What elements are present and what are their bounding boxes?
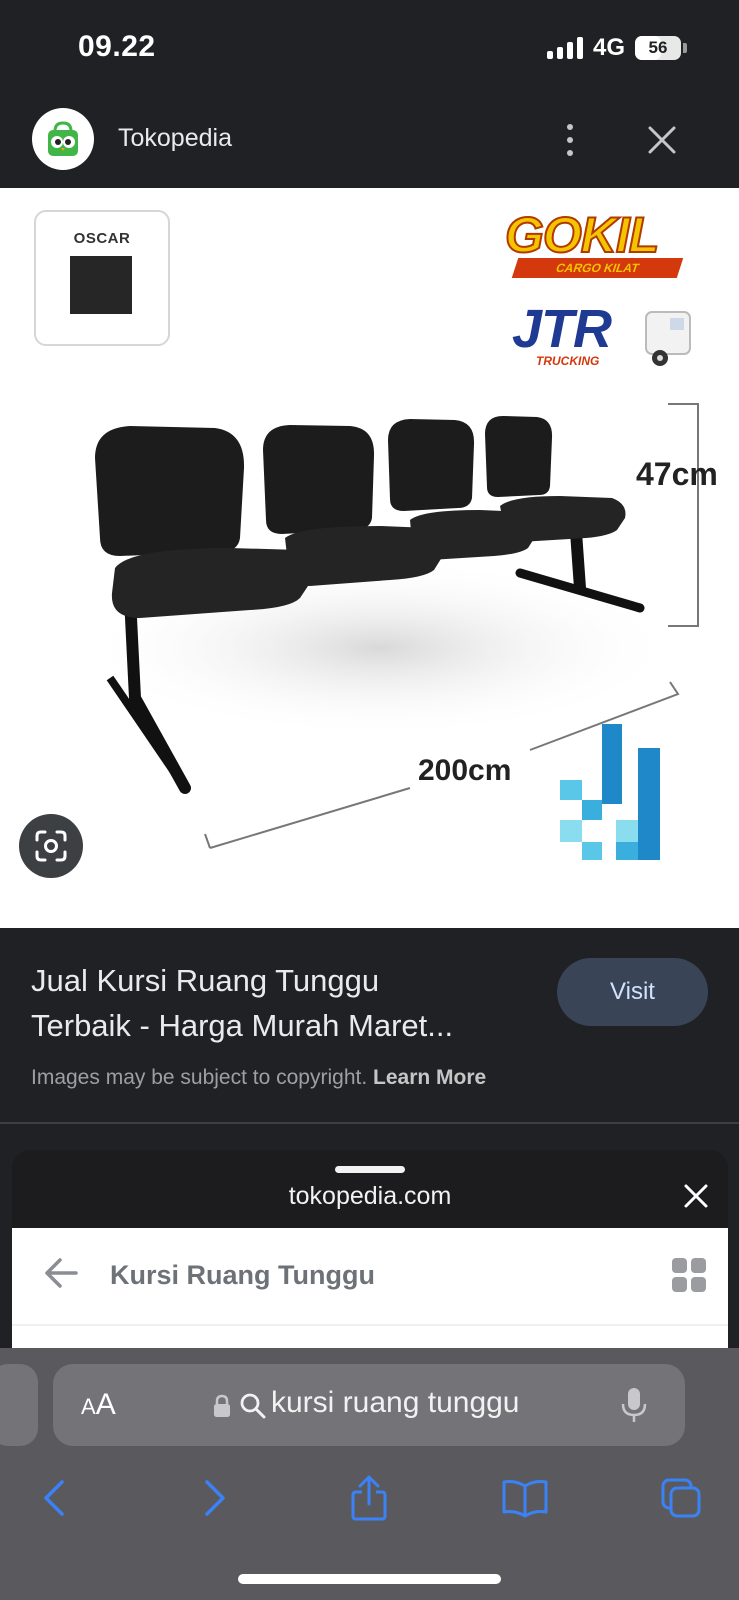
aa-big-letter: A	[95, 1388, 116, 1421]
status-indicators: 4G 56	[546, 34, 687, 62]
visit-button[interactable]: Visit	[557, 958, 708, 1026]
page-title-line-2: Terbaik - Harga Murah Maret...	[31, 1008, 454, 1043]
grid-menu-icon[interactable]	[670, 1256, 708, 1299]
cellular-signal-icon	[546, 37, 583, 59]
bookmarks-icon[interactable]	[497, 1470, 553, 1526]
jtr-logo-subtext: TRUCKING	[536, 354, 600, 368]
battery-icon: 56	[635, 36, 681, 60]
image-info-panel: Jual Kursi Ruang Tunggu Terbaik - Harga …	[0, 928, 739, 1124]
learn-more-link[interactable]: Learn More	[373, 1066, 486, 1089]
copyright-notice: Images may be subject to copyright. Lear…	[31, 1066, 486, 1090]
page-settings-button[interactable]: AA	[81, 1388, 116, 1422]
battery-level: 56	[648, 38, 668, 57]
gokil-logo-subtext: CARGO KILAT	[511, 258, 684, 278]
address-text[interactable]: kursi ruang tunggu	[271, 1386, 520, 1420]
forward-icon[interactable]	[186, 1470, 242, 1526]
back-icon[interactable]	[27, 1470, 83, 1526]
aa-small-letter: A	[81, 1394, 96, 1419]
tabs-icon[interactable]	[653, 1470, 709, 1526]
swatch-color	[70, 256, 132, 314]
page-title[interactable]: Jual Kursi Ruang Tunggu Terbaik - Harga …	[31, 958, 531, 1048]
sheet-close-icon[interactable]	[678, 1178, 714, 1214]
sheet-domain: tokopedia.com	[288, 1182, 452, 1210]
share-icon[interactable]	[341, 1470, 397, 1526]
battery-nub	[683, 43, 687, 53]
copyright-text: Images may be subject to copyright.	[31, 1066, 368, 1089]
color-swatch: OSCAR	[34, 210, 170, 346]
width-dimension-label: 200cm	[418, 754, 512, 787]
browser-bottom-bar: AA kursi ruang tunggu	[0, 1348, 739, 1600]
jtr-logo-text: JTR	[512, 299, 612, 359]
tokopedia-logo-icon[interactable]	[32, 108, 94, 170]
google-lens-icon[interactable]	[19, 814, 83, 878]
status-time: 09.22	[78, 30, 156, 63]
jtr-logo: JTR TRUCKING	[512, 298, 612, 368]
dh-brand-logo	[560, 724, 660, 860]
previous-tab-peek[interactable]	[0, 1364, 38, 1446]
image-source-header: Tokopedia	[0, 96, 739, 188]
height-dimension-label: 47cm	[636, 456, 718, 492]
preview-page: Kursi Ruang Tunggu	[12, 1228, 728, 1350]
gokil-logo: GOKIL CARGO KILAT	[504, 206, 684, 278]
page-search-query[interactable]: Kursi Ruang Tunggu	[110, 1260, 375, 1291]
product-image[interactable]: OSCAR GOKIL CARGO KILAT JTR TRUCKING 47c…	[0, 188, 739, 928]
page-preview-sheet[interactable]: tokopedia.com Kursi Ruang Tunggu	[12, 1150, 728, 1350]
status-bar: 09.22 4G 56	[0, 0, 739, 96]
swatch-label: OSCAR	[73, 230, 131, 247]
more-vertical-icon[interactable]	[550, 118, 590, 162]
network-type: 4G	[592, 34, 625, 61]
home-indicator[interactable]	[238, 1574, 501, 1584]
page-title-line-1: Jual Kursi Ruang Tunggu	[31, 963, 380, 998]
sheet-drag-handle[interactable]	[335, 1166, 405, 1173]
gokil-logo-text: GOKIL	[504, 206, 660, 264]
search-icon	[239, 1392, 267, 1425]
close-icon[interactable]	[640, 118, 684, 162]
site-name[interactable]: Tokopedia	[118, 124, 232, 153]
arrow-left-icon[interactable]	[40, 1252, 82, 1299]
truck-icon	[640, 306, 704, 377]
browser-toolbar	[0, 1470, 739, 1536]
divider	[12, 1324, 728, 1326]
address-bar[interactable]: AA kursi ruang tunggu	[53, 1364, 685, 1446]
microphone-icon[interactable]	[621, 1386, 647, 1429]
lock-icon	[213, 1394, 231, 1423]
